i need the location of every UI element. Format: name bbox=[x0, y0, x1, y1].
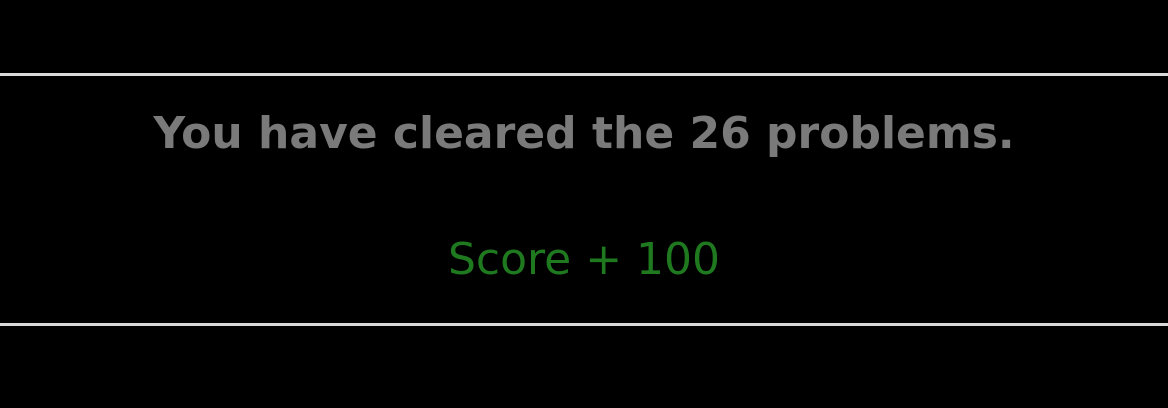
result-panel: You have cleared the 26 problems. Score … bbox=[0, 76, 1168, 323]
score-award: Score + 100 bbox=[447, 234, 721, 285]
bottom-divider bbox=[0, 323, 1168, 326]
cleared-message: You have cleared the 26 problems. bbox=[153, 108, 1015, 159]
